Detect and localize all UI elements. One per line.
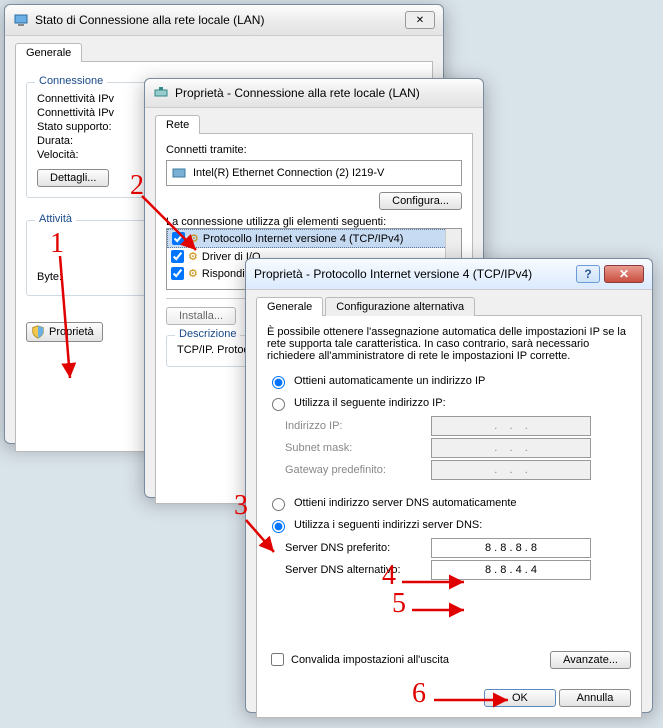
cancel-button[interactable]: Annulla [559, 689, 631, 707]
titlebar[interactable]: Proprietà - Protocollo Internet versione… [246, 259, 652, 290]
radio-label: Utilizza i seguenti indirizzi server DNS… [294, 519, 482, 531]
adapter-box: Intel(R) Ethernet Connection (2) I219-V [166, 160, 462, 186]
list-item-ipv4[interactable]: ⚙ Protocollo Internet versione 4 (TCP/IP… [167, 229, 461, 248]
ipv4-properties-window: Proprietà - Protocollo Internet versione… [245, 258, 653, 713]
titlebar[interactable]: Stato di Connessione alla rete locale (L… [5, 5, 443, 36]
description-title: Descrizione [175, 328, 240, 340]
nic-icon [171, 165, 187, 181]
dns-pref-input[interactable]: 8 . 8 . 8 . 8 [431, 538, 591, 558]
mask-label: Subnet mask: [285, 442, 425, 454]
radio-label: Ottieni automaticamente un indirizzo IP [294, 375, 485, 387]
checkbox-ipv4[interactable] [172, 232, 185, 245]
advanced-button[interactable]: Avanzate... [550, 651, 631, 669]
elements-label: La connessione utilizza gli elementi seg… [166, 216, 462, 228]
window-title: Proprietà - Connessione alla rete locale… [175, 86, 475, 100]
ok-button[interactable]: OK [484, 689, 556, 707]
window-title: Stato di Connessione alla rete locale (L… [35, 13, 405, 27]
radio-ip-manual-input[interactable] [272, 398, 285, 411]
radio-label: Utilizza il seguente indirizzo IP: [294, 397, 446, 409]
tab-config-alt[interactable]: Configurazione alternativa [325, 297, 475, 316]
dns-alt-input[interactable]: 8 . 8 . 4 . 4 [431, 560, 591, 580]
close-button[interactable]: ✕ [405, 11, 435, 29]
radio-ip-auto-input[interactable] [272, 376, 285, 389]
close-button[interactable]: ✕ [604, 265, 644, 283]
group-activity: Attività [35, 213, 76, 225]
gateway-input: . . . [431, 460, 591, 480]
intro-text: È possibile ottenere l'assegnazione auto… [267, 326, 631, 362]
radio-dns-manual-input[interactable] [272, 520, 285, 533]
ip-input: . . . [431, 416, 591, 436]
details-button[interactable]: Dettagli... [37, 169, 109, 187]
configure-button[interactable]: Configura... [379, 192, 462, 210]
list-item-label: Protocollo Internet versione 4 (TCP/IPv4… [203, 233, 404, 245]
checkbox-driver[interactable] [171, 250, 184, 263]
dns-pref-label: Server DNS preferito: [285, 542, 425, 554]
validate-checkbox-input[interactable] [271, 653, 284, 666]
shield-icon [31, 325, 45, 339]
titlebar[interactable]: Proprietà - Connessione alla rete locale… [145, 79, 483, 108]
checkbox-responder[interactable] [171, 267, 184, 280]
ip-label: Indirizzo IP: [285, 420, 425, 432]
adapter-name: Intel(R) Ethernet Connection (2) I219-V [193, 167, 384, 179]
network-icon [13, 12, 29, 28]
dns-alt-label: Server DNS alternativo: [285, 564, 425, 576]
group-connection: Connessione [35, 75, 107, 87]
radio-label: Ottieni indirizzo server DNS automaticam… [294, 497, 517, 509]
adapter-icon [153, 85, 169, 101]
mask-input: . . . [431, 438, 591, 458]
validate-checkbox[interactable]: Convalida impostazioni all'uscita [267, 650, 449, 669]
radio-dns-auto[interactable]: Ottieni indirizzo server DNS automaticam… [267, 495, 631, 511]
gateway-label: Gateway predefinito: [285, 464, 425, 476]
tab-generale[interactable]: Generale [256, 297, 323, 316]
install-button[interactable]: Installa... [166, 307, 236, 325]
radio-ip-manual[interactable]: Utilizza il seguente indirizzo IP: [267, 395, 631, 411]
radio-dns-auto-input[interactable] [272, 498, 285, 511]
window-title: Proprietà - Protocollo Internet versione… [254, 267, 576, 281]
radio-ip-auto[interactable]: Ottieni automaticamente un indirizzo IP [267, 373, 631, 389]
help-button[interactable]: ? [576, 265, 600, 283]
validate-label: Convalida impostazioni all'uscita [291, 654, 449, 666]
properties-button-label: Proprietà [49, 326, 94, 338]
tab-generale[interactable]: Generale [15, 43, 82, 62]
tab-rete[interactable]: Rete [155, 115, 200, 134]
properties-button[interactable]: Proprietà [26, 322, 103, 342]
radio-dns-manual[interactable]: Utilizza i seguenti indirizzi server DNS… [267, 517, 631, 533]
connect-via-label: Connetti tramite: [166, 144, 462, 156]
